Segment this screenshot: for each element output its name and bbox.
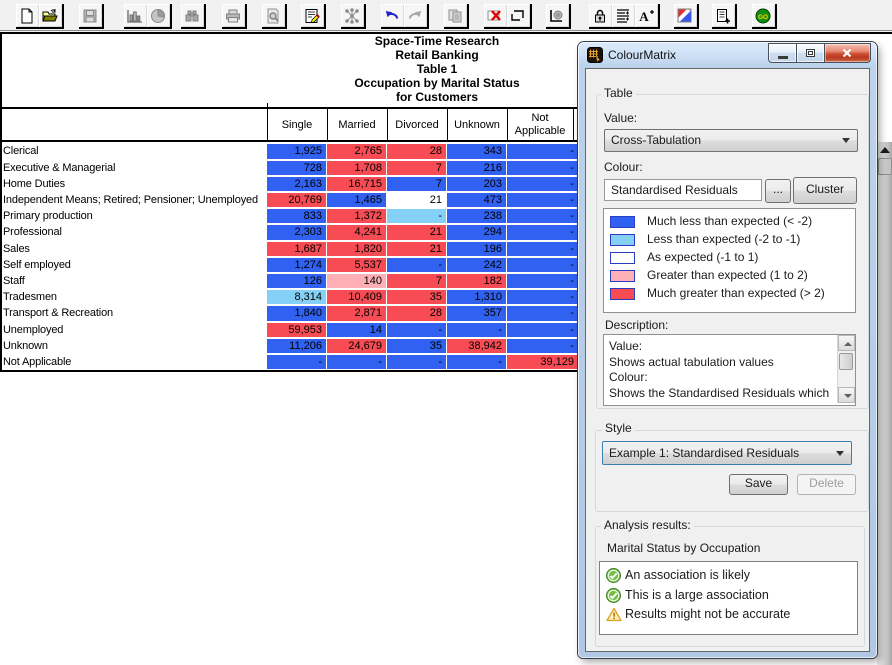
svg-text:A: A — [639, 9, 649, 24]
svg-text:GO: GO — [758, 14, 768, 21]
